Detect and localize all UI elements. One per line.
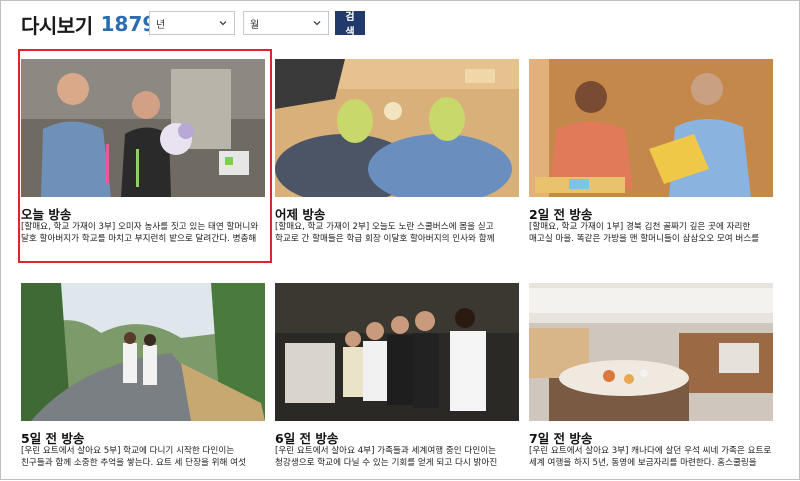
- episode-thumbnail[interactable]: [21, 283, 265, 421]
- thumbnail-image: [529, 283, 773, 421]
- episode-description: [우린 요트에서 살아요 4부] 가족들과 세계여행 중인 다인이는 청강생으로…: [275, 446, 498, 468]
- year-select-value: 년: [156, 19, 166, 31]
- episode-card[interactable]: 5일 전 방송 [우린 요트에서 살아요 5부] 학교에 다니기 시작한 다인이…: [21, 283, 265, 481]
- selected-card-highlight: [18, 49, 272, 263]
- episode-card[interactable]: 7일 전 방송 [우린 요트에서 살아요 3부] 캐나다에 살던 우석 씨네 가…: [529, 283, 773, 481]
- episode-thumbnail[interactable]: [275, 283, 519, 421]
- episode-count: 1879: [100, 12, 157, 36]
- episode-card[interactable]: 어제 방송 [할매요, 학교 가재이 2부] 오늘도 노란 스쿨버스에 몸을 싣…: [275, 59, 519, 257]
- episode-description: [할매요, 학교 가재이 2부] 오늘도 노란 스쿨버스에 몸을 싣고 학교로 …: [275, 222, 495, 244]
- episode-thumbnail[interactable]: [529, 59, 773, 197]
- thumbnail-image: [529, 59, 773, 197]
- episode-description: [우린 요트에서 살아요 3부] 캐나다에 살던 우석 씨네 가족은 요트로 세…: [529, 446, 772, 468]
- page-header: 다시보기 1879: [21, 9, 156, 39]
- episode-thumbnail[interactable]: [529, 283, 773, 421]
- episode-description: [우린 요트에서 살아요 5부] 학교에 다니기 시작한 다인이는 친구들과 함…: [21, 446, 246, 468]
- chevron-down-icon: [219, 21, 227, 26]
- month-select-value: 월: [250, 19, 260, 31]
- page-title: 다시보기: [21, 13, 93, 38]
- thumbnail-image: [275, 59, 519, 197]
- episode-card[interactable]: 6일 전 방송 [우린 요트에서 살아요 4부] 가족들과 세계여행 중인 다인…: [275, 283, 519, 481]
- year-select[interactable]: 년: [149, 11, 235, 35]
- episode-description: [할매요, 학교 가재이 1부] 경북 김천 골짜기 깊은 곳에 자리한 매고실…: [529, 222, 760, 244]
- thumbnail-image: [275, 283, 519, 421]
- search-button[interactable]: 검색: [335, 11, 365, 38]
- episode-card[interactable]: 2일 전 방송 [할매요, 학교 가재이 1부] 경북 김천 골짜기 깊은 곳에…: [529, 59, 773, 257]
- thumbnail-image: [21, 283, 265, 421]
- chevron-down-icon: [313, 21, 321, 26]
- episode-thumbnail[interactable]: [275, 59, 519, 197]
- month-select[interactable]: 월: [243, 11, 329, 35]
